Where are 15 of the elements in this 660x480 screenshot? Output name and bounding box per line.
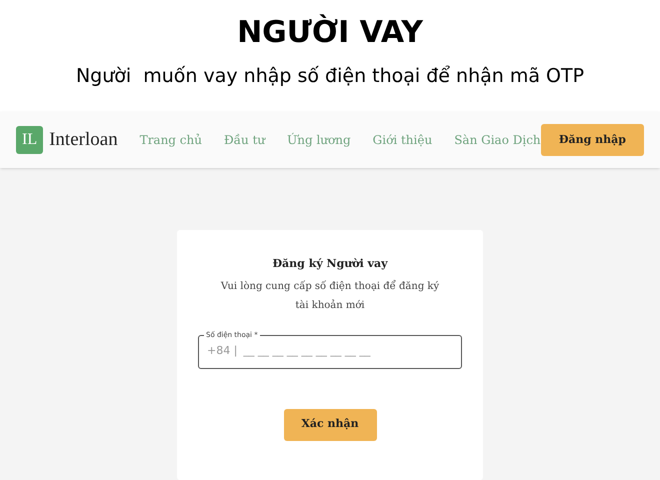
nav-link[interactable]: Trang chủ [140,131,202,149]
page-title: NGƯỜI VAY [237,14,423,52]
nav-link[interactable]: Sàn Giao Dịch [454,131,541,149]
login-button[interactable]: Đăng nhập [540,124,644,156]
nav-link[interactable]: Giới thiệu [372,131,432,149]
logo-text: Interloan [49,128,118,152]
form-title: Đăng ký Người vay [272,256,388,272]
submit-button[interactable]: Xác nhận [284,408,376,440]
nav-link[interactable]: Ứng lương [287,131,351,149]
page-subtitle: Người muốn vay nhập số điện thoại để nhận mã OTP [76,64,584,88]
nav-link[interactable]: Đầu tư [224,131,266,149]
logo-mark: IL [16,126,44,154]
form-description: Vui lòng cung cấp số điện thoại để đăng ký tài khoản mới [220,279,440,312]
phone-input[interactable]: __ __ __ __ __ __ __ __ __ [243,343,453,360]
country-code: +84 | [207,343,238,360]
